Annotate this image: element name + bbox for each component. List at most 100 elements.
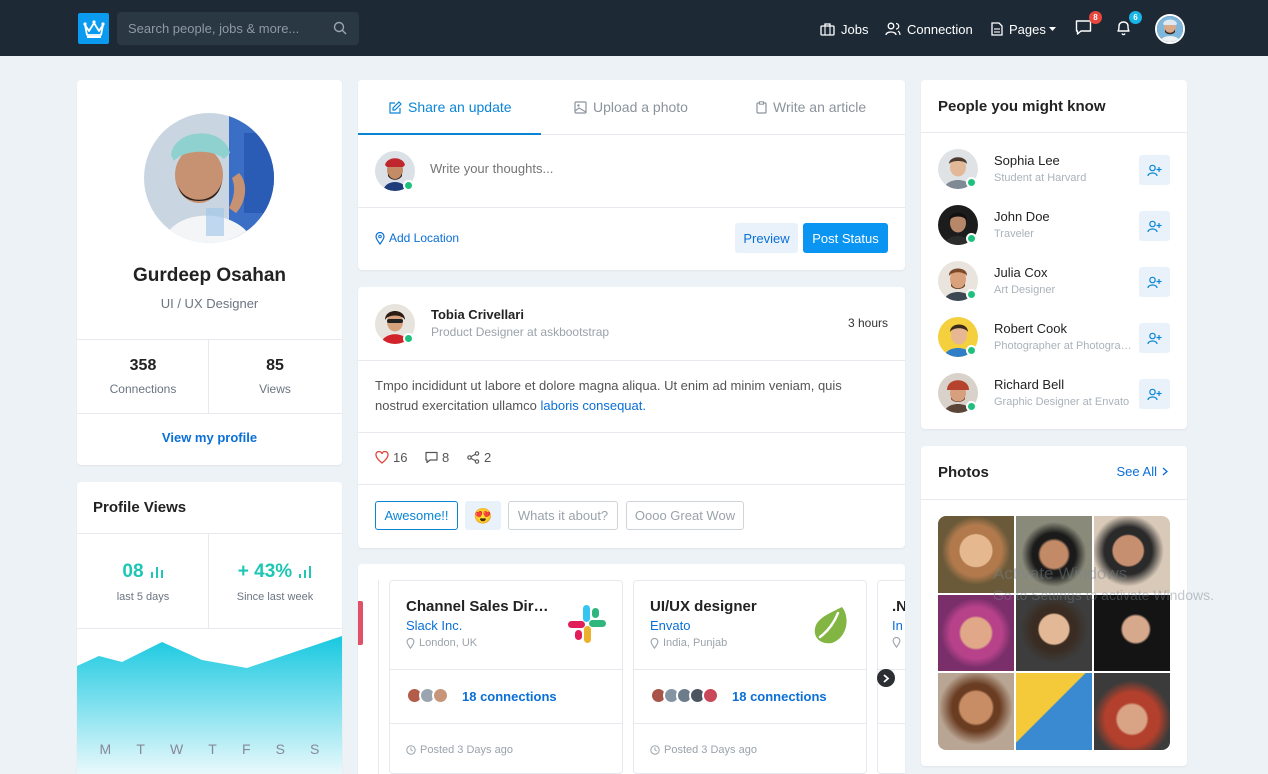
person-item[interactable]: John Doe Traveler (921, 197, 1187, 253)
post-author-title: Product Designer at askbootstrap (431, 325, 610, 339)
share-button[interactable]: 2 (467, 450, 491, 465)
nav-jobs[interactable]: Jobs (820, 19, 868, 39)
day-label: W (169, 741, 184, 757)
job-card[interactable]: Channel Sales Director Slack Inc. London… (389, 580, 623, 774)
tab-upload-photo[interactable]: Upload a photo (574, 99, 688, 115)
top-navbar: Jobs Connection Pages 8 6 (0, 0, 1268, 56)
divider (878, 723, 905, 724)
divider (77, 413, 342, 414)
comment-button[interactable]: 8 (425, 450, 449, 465)
job-company[interactable]: Envato (650, 618, 690, 633)
job-connections[interactable]: 18 connections (732, 689, 827, 704)
day-label: M (99, 741, 112, 757)
photo-thumb[interactable] (1094, 673, 1170, 750)
tab-write-article[interactable]: Write an article (756, 99, 866, 115)
add-friend-button[interactable] (1139, 155, 1170, 185)
reply-chip-emoji[interactable]: 😍 (465, 501, 501, 530)
job-location-label: London, UK (419, 637, 478, 649)
map-pin-icon (375, 231, 385, 245)
job-company: In (892, 618, 903, 633)
map-pin-icon (406, 637, 415, 649)
profile-photo (144, 113, 274, 243)
job-connections[interactable]: 18 connections (462, 689, 557, 704)
job-title: Channel Sales Director (406, 598, 556, 615)
reply-chip-awesome[interactable]: Awesome!! (375, 501, 458, 530)
job-company[interactable]: Slack Inc. (406, 618, 462, 633)
views-value: 85 (266, 357, 284, 374)
share-icon (467, 451, 480, 464)
views-stat[interactable]: 85 Views (209, 340, 341, 413)
messages-badge: 8 (1089, 11, 1102, 24)
nav-pages-dropdown[interactable]: Pages (991, 19, 1056, 39)
photo-thumb[interactable] (1094, 594, 1170, 672)
logo-icon[interactable] (78, 13, 109, 44)
person-name: Julia Cox (994, 265, 1048, 280)
reply-chip-whats-it-about[interactable]: Whats it about? (508, 501, 618, 530)
divider (921, 132, 1187, 133)
search-icon[interactable] (333, 21, 347, 40)
post-status-button[interactable]: Post Status (803, 223, 888, 253)
person-item[interactable]: Richard Bell Graphic Designer at Envato (921, 365, 1187, 421)
notifications-button[interactable]: 6 (1115, 11, 1142, 39)
clipboard-icon (756, 100, 767, 114)
nav-jobs-label: Jobs (841, 21, 869, 37)
photo-grid (938, 516, 1170, 750)
map-pin-icon (892, 637, 901, 648)
add-friend-button[interactable] (1139, 323, 1170, 353)
post-link[interactable]: laboris consequat. (540, 398, 646, 413)
search-input[interactable] (117, 12, 327, 45)
person-item[interactable]: Robert Cook Photographer at Photography (921, 309, 1187, 365)
reply-chip-great-wow[interactable]: Oooo Great Wow (626, 501, 744, 530)
job-card-edge (358, 601, 363, 645)
add-location-link[interactable]: Add Location (375, 231, 459, 245)
photos-card: Photos See All (921, 446, 1187, 766)
profile-role: UI / UX Designer (160, 296, 259, 311)
see-all-link[interactable]: See All (1117, 464, 1168, 479)
view-profile-link[interactable]: View my profile (77, 430, 342, 445)
views-growth-value: + 43% (237, 561, 293, 582)
post-author-name[interactable]: Tobia Crivellari (431, 307, 524, 322)
carousel-next-button[interactable] (877, 669, 895, 687)
profile-views-card: Profile Views 08 last 5 days + 43% Since… (77, 482, 342, 774)
tab-share-update-label: Share an update (408, 99, 512, 115)
views-5days-stat: 08 last 5 days (77, 561, 209, 603)
image-icon (574, 100, 587, 114)
comment-count: 8 (442, 450, 450, 465)
post-card: Tobia Crivellari Product Designer at ask… (358, 287, 905, 548)
job-card[interactable]: UI/UX designer Envato India, Punjab 18 c… (633, 580, 867, 774)
user-plus-icon (1147, 220, 1162, 232)
photo-thumb[interactable] (938, 594, 1014, 672)
person-item[interactable]: Sophia Lee Student at Harvard (921, 141, 1187, 197)
add-friend-button[interactable] (1139, 211, 1170, 241)
tab-share-update[interactable]: Share an update (389, 99, 512, 115)
person-name: John Doe (994, 209, 1050, 224)
nav-connection[interactable]: Connection (885, 19, 973, 39)
profile-name: Gurdeep Osahan (132, 265, 287, 286)
add-friend-button[interactable] (1139, 267, 1170, 297)
day-label: T (208, 741, 217, 757)
photo-thumb[interactable] (938, 673, 1014, 750)
divider (634, 723, 866, 724)
nav-connection-label: Connection (907, 21, 973, 37)
connections-stat[interactable]: 358 Connections (77, 340, 209, 413)
divider (378, 580, 379, 774)
photo-thumb[interactable] (1016, 673, 1092, 750)
photo-thumb[interactable] (1016, 594, 1092, 672)
divider (358, 432, 905, 433)
user-plus-icon (1147, 332, 1162, 344)
day-label: S (275, 741, 285, 757)
person-role: Traveler (994, 228, 1034, 240)
like-button[interactable]: 16 (375, 450, 407, 465)
preview-button[interactable]: Preview (735, 223, 798, 253)
map-pin-icon (650, 637, 659, 649)
online-status-dot (966, 289, 977, 300)
user-avatar[interactable] (1155, 14, 1185, 44)
divider (634, 669, 866, 670)
add-friend-button[interactable] (1139, 379, 1170, 409)
composer-card: Share an update Upload a photo Write an … (358, 80, 905, 270)
messages-button[interactable]: 8 (1075, 11, 1102, 39)
chevron-right-icon (883, 673, 890, 683)
post-input[interactable] (430, 161, 850, 176)
day-label: F (241, 741, 251, 757)
person-item[interactable]: Julia Cox Art Designer (921, 253, 1187, 309)
